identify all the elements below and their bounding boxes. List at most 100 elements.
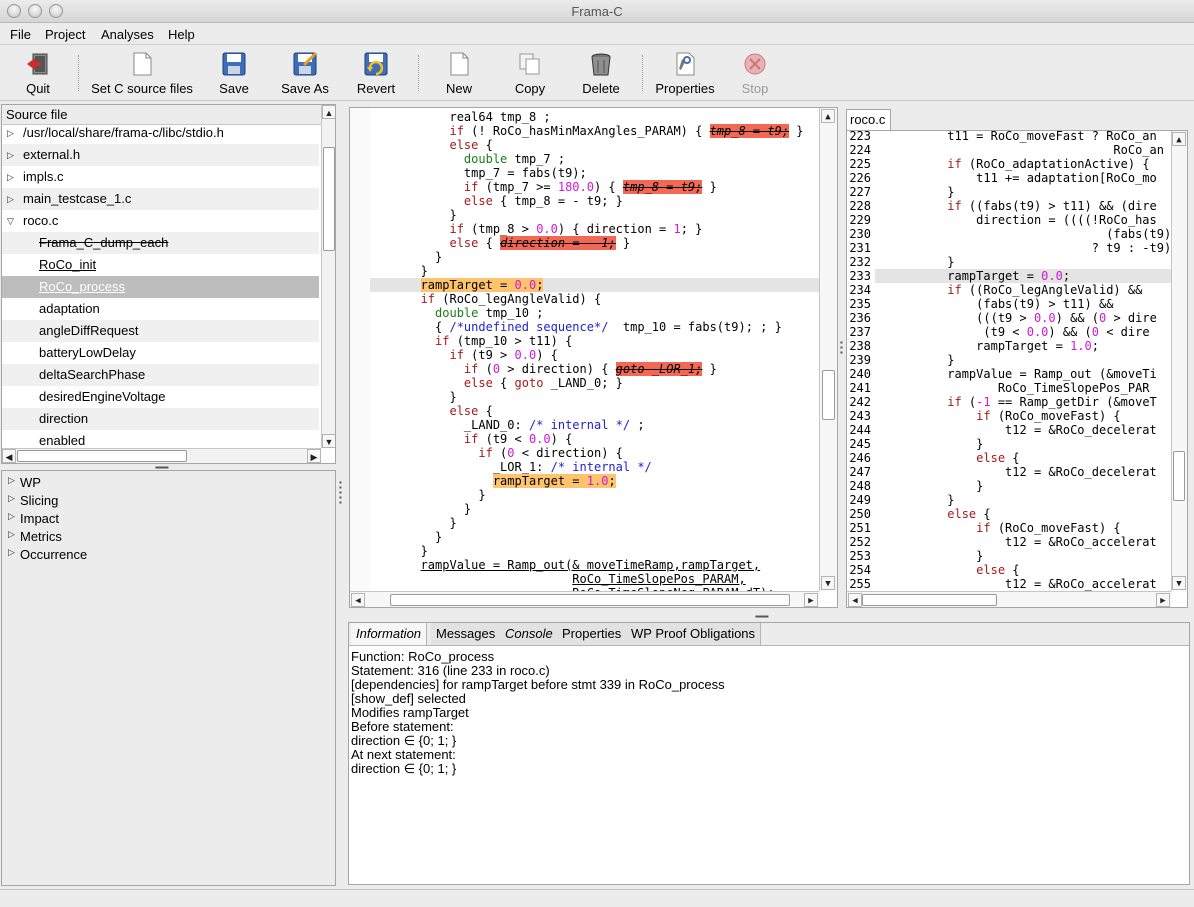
line-number: 244	[849, 423, 871, 437]
menu-analyses[interactable]: Analyses	[101, 27, 154, 42]
tree-item-delta-search-phase[interactable]: deltaSearchPhase	[2, 364, 319, 386]
line-number: 229	[849, 213, 871, 227]
file-tree-list: ▷/usr/local/share/frama-c/libc/stdio.h ▷…	[2, 125, 321, 448]
new-document-icon	[450, 52, 469, 76]
tree-item-frama-c-dump-each[interactable]: Frama_C_dump_each	[2, 232, 319, 254]
minimize-window-button[interactable]	[28, 4, 42, 18]
expand-triangle-icon[interactable]: ▷	[8, 475, 15, 486]
expand-triangle-icon[interactable]: ▷	[8, 493, 15, 504]
source-line: else {	[976, 451, 1020, 465]
code-horizontal-scrollbar[interactable]: ◀ ▶	[350, 591, 819, 607]
scroll-down-arrow[interactable]: ▼	[821, 576, 835, 590]
tree-item-adaptation[interactable]: adaptation	[2, 298, 319, 320]
tab-wp-proof-obligations[interactable]: WP Proof Obligations	[626, 623, 762, 645]
close-window-button[interactable]	[7, 4, 21, 18]
expand-triangle-icon[interactable]: ▷	[7, 188, 14, 210]
tree-item-roco-init[interactable]: RoCo_init	[2, 254, 319, 276]
pane-resize-grip[interactable]: ▪ ▪ ▪ ▪ ▪	[339, 479, 343, 507]
tab-console[interactable]: Console	[500, 623, 559, 645]
scroll-thumb[interactable]	[17, 450, 187, 462]
set-c-source-files-button[interactable]: Set C source files	[88, 49, 196, 97]
source-horizontal-scrollbar[interactable]: ◀ ▶	[847, 591, 1171, 607]
window-title: Frama-C	[571, 4, 623, 19]
expand-triangle-icon[interactable]: ▷	[8, 529, 15, 540]
expand-triangle-icon[interactable]: ▷	[7, 166, 14, 188]
tree-item-stdio-h[interactable]: ▷/usr/local/share/frama-c/libc/stdio.h	[2, 125, 319, 144]
scroll-down-arrow[interactable]: ▼	[1172, 576, 1186, 590]
save-as-button[interactable]: Save As	[276, 49, 334, 97]
tab-properties[interactable]: Properties	[557, 623, 628, 645]
tree-item-enabled[interactable]: enabled	[2, 430, 319, 448]
menu-project[interactable]: Project	[45, 27, 85, 42]
line-number: 251	[849, 521, 871, 535]
properties-button[interactable]: Properties	[652, 49, 718, 97]
pane-resize-grip[interactable]: ▪ ▪ ▪	[840, 339, 844, 357]
scroll-thumb[interactable]	[1173, 451, 1185, 501]
normalized-code-view[interactable]: real64 tmp_8 ; if (! RoCo_hasMinMaxAngle…	[349, 107, 838, 608]
source-line: }	[875, 185, 955, 199]
scroll-up-arrow[interactable]: ▲	[821, 109, 835, 123]
save-button[interactable]: Save	[214, 49, 254, 97]
original-source-view[interactable]: 223 t11 = RoCo_moveFast ? RoCo_an 224 RoC…	[846, 130, 1188, 608]
floppy-disk-icon	[222, 52, 246, 76]
scroll-thumb[interactable]	[323, 147, 335, 251]
scroll-right-arrow[interactable]: ▶	[307, 449, 321, 463]
scroll-up-arrow[interactable]: ▲	[322, 105, 335, 119]
scroll-thumb[interactable]	[862, 594, 997, 606]
file-tree-vertical-scrollbar[interactable]: ▲ ▼	[321, 105, 335, 448]
scroll-thumb[interactable]	[390, 594, 790, 606]
stop-button[interactable]: Stop	[736, 49, 774, 97]
source-tab-roco-c[interactable]: roco.c	[846, 109, 891, 130]
tree-item-battery-low-delay[interactable]: batteryLowDelay	[2, 342, 319, 364]
new-project-button[interactable]: New	[440, 49, 478, 97]
scroll-down-arrow[interactable]: ▼	[322, 434, 335, 448]
line-number: 227	[849, 185, 871, 199]
scroll-left-arrow[interactable]: ◀	[351, 593, 365, 607]
scroll-right-arrow[interactable]: ▶	[1156, 593, 1170, 607]
info-line: [show_def] selected	[351, 691, 466, 706]
info-line: Statement: 316 (line 233 in roco.c)	[351, 663, 550, 678]
tree-item-roco-c[interactable]: ▽ roco.c	[2, 210, 319, 232]
tree-item-angle-diff-request[interactable]: angleDiffRequest	[2, 320, 319, 342]
information-text: Function: RoCo_process Statement: 316 (l…	[349, 645, 1189, 884]
tab-information[interactable]: Information	[351, 623, 428, 645]
line-number: 255	[849, 577, 871, 591]
revert-button[interactable]: Revert	[352, 49, 400, 97]
scroll-left-arrow[interactable]: ◀	[848, 593, 862, 607]
quit-button[interactable]: Quit	[10, 49, 66, 97]
toolbar-separator	[418, 55, 419, 91]
tab-messages[interactable]: Messages	[431, 623, 502, 645]
pane-resize-grip[interactable]: ▪▪▪▪▪▪▪	[755, 612, 769, 621]
expand-triangle-icon[interactable]: ▷	[7, 125, 14, 144]
scroll-left-arrow[interactable]: ◀	[2, 449, 16, 463]
menu-help[interactable]: Help	[168, 27, 195, 42]
tree-item-direction[interactable]: direction	[2, 408, 319, 430]
tree-item-desired-engine-voltage[interactable]: desiredEngineVoltage	[2, 386, 319, 408]
tree-item-impls-c[interactable]: ▷ impls.c	[2, 166, 319, 188]
delete-project-button[interactable]: Delete	[578, 49, 624, 97]
line-number: 237	[849, 325, 871, 339]
info-line: At next statement:	[351, 747, 456, 762]
line-number: 226	[849, 171, 871, 185]
tree-item-external-h[interactable]: ▷ external.h	[2, 144, 319, 166]
source-line: }	[875, 353, 955, 367]
scroll-thumb[interactable]	[822, 370, 835, 420]
collapse-triangle-icon[interactable]: ▽	[7, 210, 14, 232]
file-tree-header[interactable]: Source file	[2, 105, 335, 125]
expand-triangle-icon[interactable]: ▷	[8, 547, 15, 558]
tree-item-main-testcase[interactable]: ▷ main_testcase_1.c	[2, 188, 319, 210]
source-line: if (-1 == Ramp_getDir (&moveT	[947, 395, 1157, 409]
source-line: if ((fabs(t9) > t11) && (dire	[947, 199, 1157, 213]
source-vertical-scrollbar[interactable]: ▲ ▼	[1171, 131, 1187, 591]
zoom-window-button[interactable]	[49, 4, 63, 18]
scroll-up-arrow[interactable]: ▲	[1172, 132, 1186, 146]
source-line: t12 = &RoCo_accelerat	[875, 577, 1157, 591]
expand-triangle-icon[interactable]: ▷	[8, 511, 15, 522]
expand-triangle-icon[interactable]: ▷	[7, 144, 14, 166]
scroll-right-arrow[interactable]: ▶	[804, 593, 818, 607]
menu-file[interactable]: File	[10, 27, 31, 42]
file-tree-horizontal-scrollbar[interactable]: ◀ ▶	[2, 448, 321, 463]
code-vertical-scrollbar[interactable]: ▲ ▼	[819, 108, 837, 591]
tree-item-roco-process[interactable]: RoCo_process	[2, 276, 319, 298]
copy-project-button[interactable]: Copy	[510, 49, 550, 97]
